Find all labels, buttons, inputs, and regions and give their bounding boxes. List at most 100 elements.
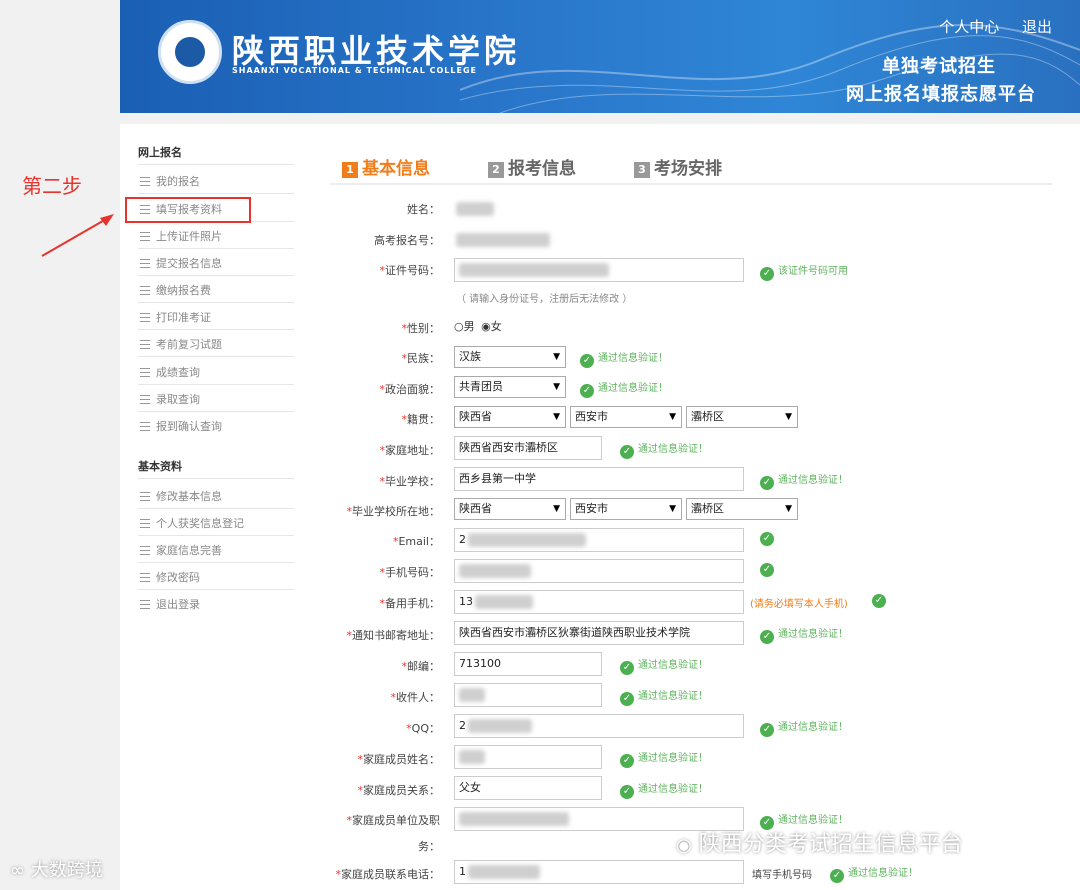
school-location-label: *毕业学校所在地： <box>346 505 441 518</box>
backup-ok-status: ✓ <box>872 593 890 608</box>
native-district-select[interactable]: 灞桥区 ▼ <box>686 406 798 428</box>
family-relation-input[interactable]: 父女 <box>454 776 602 800</box>
brand-logo-icon: ∞ <box>10 860 25 881</box>
sidebar-item-upload-photo[interactable]: 上传证件照片 <box>140 227 222 247</box>
sidebar-item-print-ticket[interactable]: 打印准考证 <box>140 308 211 328</box>
id-number-label: *证件号码： <box>379 264 441 277</box>
sidebar-item-awards[interactable]: 个人获奖信息登记 <box>140 514 244 534</box>
gender-male-radio[interactable]: ○男 <box>454 320 475 333</box>
check-icon: ✓ <box>620 661 634 675</box>
wechat-watermark: ◉ 陕西分类考试招生信息平台 <box>676 832 963 857</box>
email-input[interactable]: 2 <box>454 528 744 552</box>
sidebar-item-submit[interactable]: 提交报名信息 <box>140 254 222 274</box>
backup-mobile-hint: (请务必填写本人手机) <box>750 599 848 610</box>
list-icon <box>140 340 150 349</box>
sidebar-item-my-registration[interactable]: 我的报名 <box>140 172 200 192</box>
divider <box>138 329 294 330</box>
political-select[interactable]: 共青团员 ▼ <box>454 376 566 398</box>
check-icon: ✓ <box>580 354 594 368</box>
ethnic-label: *民族： <box>401 352 441 365</box>
divider <box>138 384 294 385</box>
school-logo <box>158 20 222 84</box>
school-district-select[interactable]: 灞桥区 ▼ <box>686 498 798 520</box>
check-icon: ✓ <box>620 445 634 459</box>
school-province-select[interactable]: 陕西省 ▼ <box>454 498 566 520</box>
tab-apply-info[interactable]: 2 报考信息 <box>488 154 576 179</box>
id-ok-status: ✓ 该证件号码可用 <box>760 262 848 281</box>
zip-input[interactable]: 713100 <box>454 652 602 676</box>
personal-center-link[interactable]: 个人中心 <box>939 18 999 36</box>
step-annotation: 第二步 <box>22 174 82 198</box>
family-phone-input[interactable]: 1 <box>454 860 744 884</box>
mobile-input[interactable] <box>454 559 744 583</box>
sidebar-item-edit-info[interactable]: 修改基本信息 <box>140 487 222 507</box>
sidebar-item-family[interactable]: 家庭信息完善 <box>140 541 222 561</box>
check-icon: ✓ <box>620 754 634 768</box>
native-city-select[interactable]: 西安市 ▼ <box>570 406 682 428</box>
check-icon: ✓ <box>760 267 774 281</box>
gender-label: *性别： <box>401 322 441 335</box>
email-label: *Email： <box>392 535 440 548</box>
email-ok-status: ✓ <box>760 531 778 546</box>
family-name-input[interactable] <box>454 745 602 769</box>
zip-ok-status: ✓ 通过信息验证！ <box>620 656 708 675</box>
tab-exam-room[interactable]: 3 考场安排 <box>634 154 722 179</box>
school-input[interactable]: 西乡县第一中学 <box>454 467 744 491</box>
check-icon: ✓ <box>580 384 594 398</box>
sidebar-item-password[interactable]: 修改密码 <box>140 568 200 588</box>
sidebar-item-logout[interactable]: 退出登录 <box>140 595 200 615</box>
sidebar: 网上报名 我的报名 填写报考资料 上传证件照片 提交报名信息 缴纳报名费 打印准… <box>120 124 306 890</box>
family-unit-label: *家庭成员单位及职 <box>346 814 441 827</box>
school-name-en: SHAANXI VOCATIONAL & TECHNICAL COLLEGE <box>232 66 477 75</box>
home-ok-status: ✓ 通过信息验证！ <box>620 440 708 459</box>
check-icon: ✓ <box>760 532 774 546</box>
home-address-input[interactable]: 陕西省西安市灞桥区 <box>454 436 602 460</box>
sidebar-item-pay-fee[interactable]: 缴纳报名费 <box>140 281 211 301</box>
receiver-input[interactable] <box>454 683 602 707</box>
list-icon <box>140 573 150 582</box>
divider <box>138 164 294 165</box>
caret-down-icon: ▼ <box>553 382 560 392</box>
caret-down-icon: ▼ <box>553 412 560 422</box>
divider <box>138 356 294 357</box>
platform-title-line2: 网上报名填报志愿平台 <box>846 84 1036 105</box>
id-number-input[interactable] <box>454 258 744 282</box>
list-icon <box>140 422 150 431</box>
qq-input[interactable]: 2 <box>454 714 744 738</box>
list-icon <box>140 546 150 555</box>
gender-female-radio[interactable]: ◉女 <box>481 320 502 333</box>
caret-down-icon: ▼ <box>785 504 792 514</box>
caret-down-icon: ▼ <box>669 412 676 422</box>
logout-link[interactable]: 退出 <box>1022 18 1052 36</box>
ethnic-ok-status: ✓ 通过信息验证！ <box>580 349 668 368</box>
family-phone-label: *家庭成员联系电话： <box>335 868 441 881</box>
ethnic-select[interactable]: 汉族 ▼ <box>454 346 566 368</box>
family-relation-ok-status: ✓ 通过信息验证！ <box>620 780 708 799</box>
list-icon <box>140 177 150 186</box>
notice-address-input[interactable]: 陕西省西安市灞桥区狄寨街道陕西职业技术学院 <box>454 621 744 645</box>
arrow-icon <box>41 214 114 257</box>
header-banner: 陕西职业技术学院 SHAANXI VOCATIONAL & TECHNICAL … <box>120 0 1080 113</box>
school-city-select[interactable]: 西安市 ▼ <box>570 498 682 520</box>
highlight-box <box>125 197 251 223</box>
backup-mobile-label: *备用手机： <box>379 597 441 610</box>
sidebar-item-scores[interactable]: 成绩查询 <box>140 363 200 383</box>
tab-basic-info[interactable]: 1 基本信息 <box>342 154 430 179</box>
family-relation-label: *家庭成员关系： <box>357 784 441 797</box>
family-phone-hint: 填写手机号码 <box>752 870 812 881</box>
sidebar-item-checkin[interactable]: 报到确认查询 <box>140 417 222 437</box>
sidebar-item-admission[interactable]: 录取查询 <box>140 390 200 410</box>
native-province-select[interactable]: 陕西省 ▼ <box>454 406 566 428</box>
divider <box>138 302 294 303</box>
check-icon: ✓ <box>620 785 634 799</box>
name-value <box>456 198 494 217</box>
list-icon <box>140 368 150 377</box>
family-unit-label-cont: 务： <box>418 840 440 853</box>
list-icon <box>140 492 150 501</box>
caret-down-icon: ▼ <box>669 504 676 514</box>
sidebar-item-review[interactable]: 考前复习试题 <box>140 335 222 355</box>
receiver-label: *收件人： <box>390 691 441 704</box>
political-ok-status: ✓ 通过信息验证！ <box>580 379 668 398</box>
check-icon: ✓ <box>830 869 844 883</box>
backup-mobile-input[interactable]: 13 <box>454 590 744 614</box>
